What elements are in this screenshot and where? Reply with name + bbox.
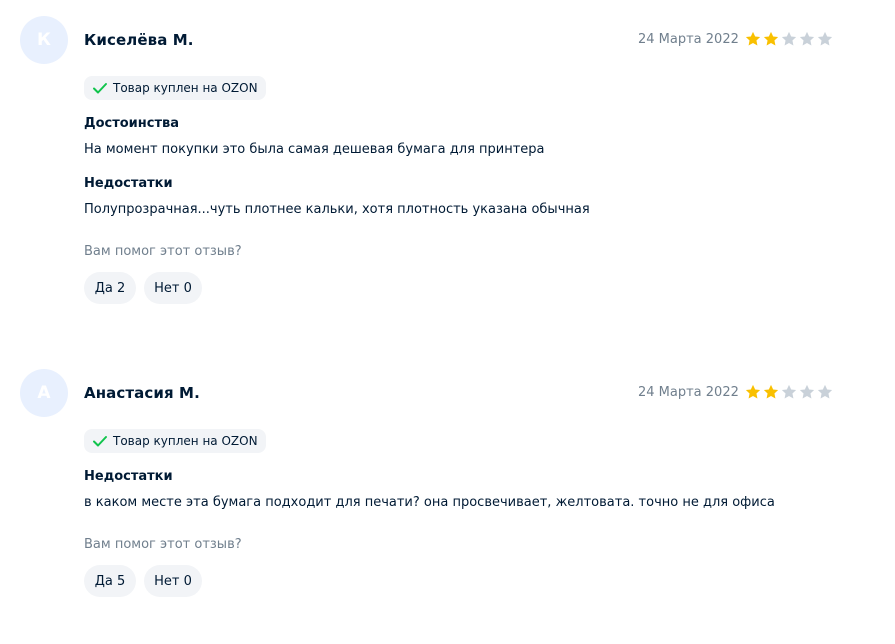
rating-stars: [744, 383, 834, 401]
section-title-cons: Недостатки: [84, 176, 173, 191]
star-icon: [799, 384, 815, 399]
star-icon: [817, 384, 833, 399]
check-icon: [93, 83, 107, 94]
star-icon: [745, 31, 761, 46]
avatar: К: [20, 16, 68, 64]
section-title-cons: Недостатки: [84, 469, 173, 484]
star-icon: [817, 31, 833, 46]
helpful-question: Вам помог этот отзыв?: [84, 244, 242, 259]
star-icon: [799, 31, 815, 46]
review-author[interactable]: Анастасия М.: [84, 384, 200, 402]
badge-label: Товар куплен на OZON: [113, 434, 258, 448]
star-icon: [781, 384, 797, 399]
avatar: А: [20, 369, 68, 417]
section-text-pros: На момент покупки это была самая дешевая…: [84, 142, 545, 157]
review-date: 24 Марта 2022: [638, 32, 739, 47]
rating-stars: [744, 30, 834, 48]
star-icon: [781, 31, 797, 46]
vote-yes-button[interactable]: Да 2: [84, 272, 136, 304]
section-text-cons: Полупрозрачная...чуть плотнее кальки, хо…: [84, 202, 590, 217]
review-date: 24 Марта 2022: [638, 385, 739, 400]
review-author[interactable]: Киселёва М.: [84, 31, 194, 49]
purchased-badge: Товар куплен на OZON: [84, 76, 266, 100]
section-title-pros: Достоинства: [84, 116, 180, 131]
helpful-question: Вам помог этот отзыв?: [84, 537, 242, 552]
section-text-cons: в каком месте эта бумага подходит для пе…: [84, 495, 775, 510]
vote-no-button[interactable]: Нет 0: [144, 565, 202, 597]
vote-no-button[interactable]: Нет 0: [144, 272, 202, 304]
star-icon: [763, 384, 779, 399]
star-icon: [745, 384, 761, 399]
badge-label: Товар куплен на OZON: [113, 81, 258, 95]
star-icon: [763, 31, 779, 46]
vote-yes-button[interactable]: Да 5: [84, 565, 136, 597]
purchased-badge: Товар куплен на OZON: [84, 429, 266, 453]
check-icon: [93, 436, 107, 447]
